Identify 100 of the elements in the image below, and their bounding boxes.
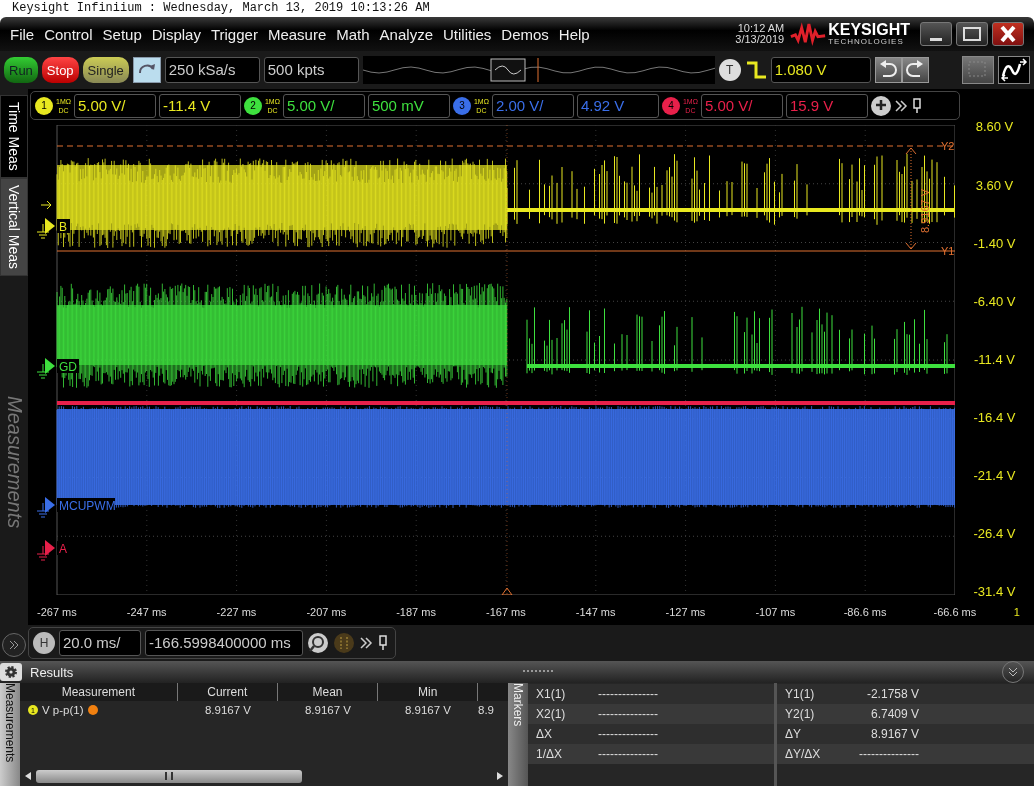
channel-scale-field[interactable]: 5.00 V/ xyxy=(700,93,783,118)
cursor-label: Y2 xyxy=(941,140,955,153)
cursor-delta-label: 8.9167 V xyxy=(919,189,931,234)
y-axis-label: -11.4 V xyxy=(974,351,1015,367)
resize-grip-icon[interactable] xyxy=(522,669,553,675)
settings-icon[interactable] xyxy=(0,663,22,681)
x-axis-label: -147 ms xyxy=(574,606,617,619)
menu-item[interactable]: Math xyxy=(336,25,370,43)
menu-item[interactable]: Display xyxy=(151,25,201,43)
menu-item[interactable]: Measure xyxy=(267,25,327,43)
add-button[interactable] xyxy=(870,95,891,116)
marker-value: --------------- xyxy=(597,707,658,721)
channel-label: GD xyxy=(59,360,77,375)
x-axis-label: -207 ms xyxy=(305,606,348,619)
marker-name: Y1(1) xyxy=(784,687,816,701)
pin-icon[interactable] xyxy=(910,97,923,114)
scroll-left-icon[interactable] xyxy=(24,771,32,781)
logo-name: KEYSIGHT xyxy=(828,22,910,38)
scrollbar-thumb[interactable] xyxy=(36,769,302,783)
sample-rate-field[interactable]: 250 kSa/s xyxy=(164,57,260,83)
minimize-button[interactable] xyxy=(920,22,952,46)
trigger-level-field[interactable]: 1.080 V xyxy=(770,57,871,83)
x-axis-label: -66.6 ms xyxy=(932,606,978,619)
menu-item[interactable]: Help xyxy=(558,25,590,43)
ground-marker-icon[interactable] xyxy=(36,497,55,518)
x-axis-label: -227 ms xyxy=(215,606,258,619)
marker-value: 8.9167 V xyxy=(869,727,919,741)
cursor-label: Y1 xyxy=(941,245,955,258)
menu-item[interactable]: Trigger xyxy=(210,25,258,43)
channel-button[interactable]: 4 xyxy=(661,96,680,115)
trigger-position-icon[interactable] xyxy=(501,587,513,596)
x-axis-label: -247 ms xyxy=(125,606,168,619)
marker-name: 1/ΔX xyxy=(535,747,564,761)
channel-offset-field[interactable]: 500 mV xyxy=(367,93,450,118)
y-axis-label: -26.4 V xyxy=(973,526,1016,542)
waveform-overview-drawing[interactable] xyxy=(362,56,715,84)
logo-tagline: TECHNOLOGIES xyxy=(828,38,905,46)
auto-scale-button[interactable] xyxy=(132,57,161,83)
marker-name: ΔY xyxy=(784,727,803,741)
time-scale-field[interactable]: 20.0 ms/ xyxy=(59,629,141,656)
scroll-right-icon[interactable] xyxy=(496,771,504,781)
clock-time: 10:12 AM xyxy=(737,23,785,34)
trigger-level-icon[interactable] xyxy=(40,200,52,210)
acquisition-button[interactable]: Stop xyxy=(41,57,79,83)
time-position-field[interactable]: -166.5998400000 ms xyxy=(145,629,303,656)
table-cell-text: 8.9167 V xyxy=(403,704,452,716)
results-title: Results xyxy=(30,664,74,680)
memory-depth-field[interactable]: 500 kpts xyxy=(263,57,359,83)
ground-marker-icon[interactable] xyxy=(36,358,55,379)
expand-button[interactable] xyxy=(2,633,26,657)
acquisition-button[interactable]: Run xyxy=(4,57,38,83)
channel-button[interactable]: 2 xyxy=(243,96,262,115)
ground-marker-icon[interactable] xyxy=(36,218,55,239)
channel-button[interactable]: 1 xyxy=(35,96,53,115)
marker-value: --------------- xyxy=(597,727,658,741)
column-header[interactable]: Mean xyxy=(277,683,379,701)
table-cell-text: 8.9167 V xyxy=(303,704,352,716)
column-header[interactable]: Current xyxy=(177,683,278,701)
marker-name: ΔX xyxy=(535,727,554,741)
y-axis-label: -21.4 V xyxy=(973,468,1016,484)
grip-icon xyxy=(165,772,173,780)
menu-item[interactable]: Utilities xyxy=(443,25,492,43)
channel-scale-field[interactable]: 5.00 V/ xyxy=(73,93,156,118)
menu-item[interactable]: Demos xyxy=(501,25,549,43)
horizontal-button[interactable]: H xyxy=(33,631,55,654)
menu-item[interactable]: File xyxy=(10,25,35,43)
side-tab[interactable]: Time Meas xyxy=(0,95,28,178)
column-header[interactable]: Measurement xyxy=(20,683,178,701)
x-axis-label: -107 ms xyxy=(754,606,797,619)
redo-button[interactable] xyxy=(901,57,929,83)
zoom-icon[interactable] xyxy=(307,631,329,654)
maximize-button[interactable] xyxy=(956,22,988,46)
acquisition-button[interactable]: Single xyxy=(82,57,129,83)
channel-offset-field[interactable]: 4.92 V xyxy=(576,93,659,118)
chevron-down-icon xyxy=(1006,666,1020,678)
menu-item[interactable]: Analyze xyxy=(379,25,433,43)
menu-item[interactable]: Control xyxy=(44,25,93,43)
wave-logo-icon xyxy=(790,22,827,46)
channel-button[interactable]: 3 xyxy=(452,96,471,115)
undo-button[interactable] xyxy=(874,57,902,83)
trigger-button[interactable]: T xyxy=(718,59,741,81)
table-cell-text: 8.9 xyxy=(478,704,495,716)
autoscale-button[interactable] xyxy=(998,56,1030,84)
measurement-name: V p-p(1) xyxy=(42,704,84,716)
double-chevron-icon[interactable] xyxy=(893,98,908,113)
channel-scale-field[interactable]: 2.00 V/ xyxy=(491,93,574,118)
side-tab[interactable]: Vertical Meas xyxy=(0,177,28,276)
channel-offset-field[interactable]: -11.4 V xyxy=(158,93,241,118)
column-header[interactable]: Min xyxy=(378,683,479,701)
y-axis-label: -16.4 V xyxy=(973,410,1016,425)
ground-marker-icon[interactable] xyxy=(36,540,55,561)
channel-label: B xyxy=(59,220,67,235)
close-button[interactable] xyxy=(992,22,1024,46)
x-axis-label: -86.6 ms xyxy=(842,606,888,619)
double-chevron-icon[interactable] xyxy=(359,635,373,650)
menu-item[interactable]: Setup xyxy=(102,25,142,43)
pin-icon[interactable] xyxy=(377,634,389,651)
channel-offset-field[interactable]: 15.9 V xyxy=(785,93,868,118)
y-axis-label: -1.40 V xyxy=(973,235,1016,251)
channel-scale-field[interactable]: 5.00 V/ xyxy=(282,93,365,118)
